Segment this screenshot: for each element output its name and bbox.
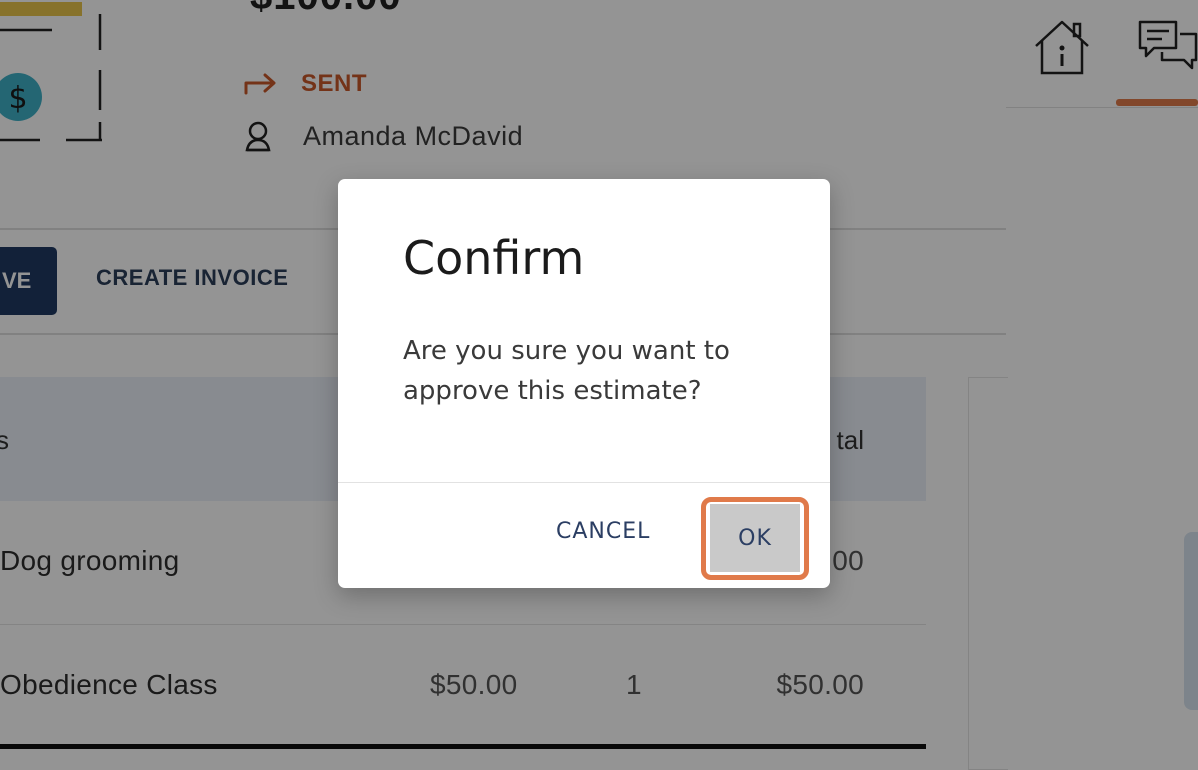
cancel-button[interactable]: CANCEL bbox=[556, 519, 650, 544]
confirm-dialog: Confirm Are you sure you want to approve… bbox=[338, 179, 830, 588]
ok-button-label: OK bbox=[738, 525, 772, 551]
dialog-divider bbox=[338, 482, 830, 483]
dialog-message: Are you sure you want to approve this es… bbox=[403, 336, 730, 406]
dialog-title: Confirm bbox=[403, 231, 585, 285]
ok-button[interactable]: OK bbox=[710, 504, 800, 572]
